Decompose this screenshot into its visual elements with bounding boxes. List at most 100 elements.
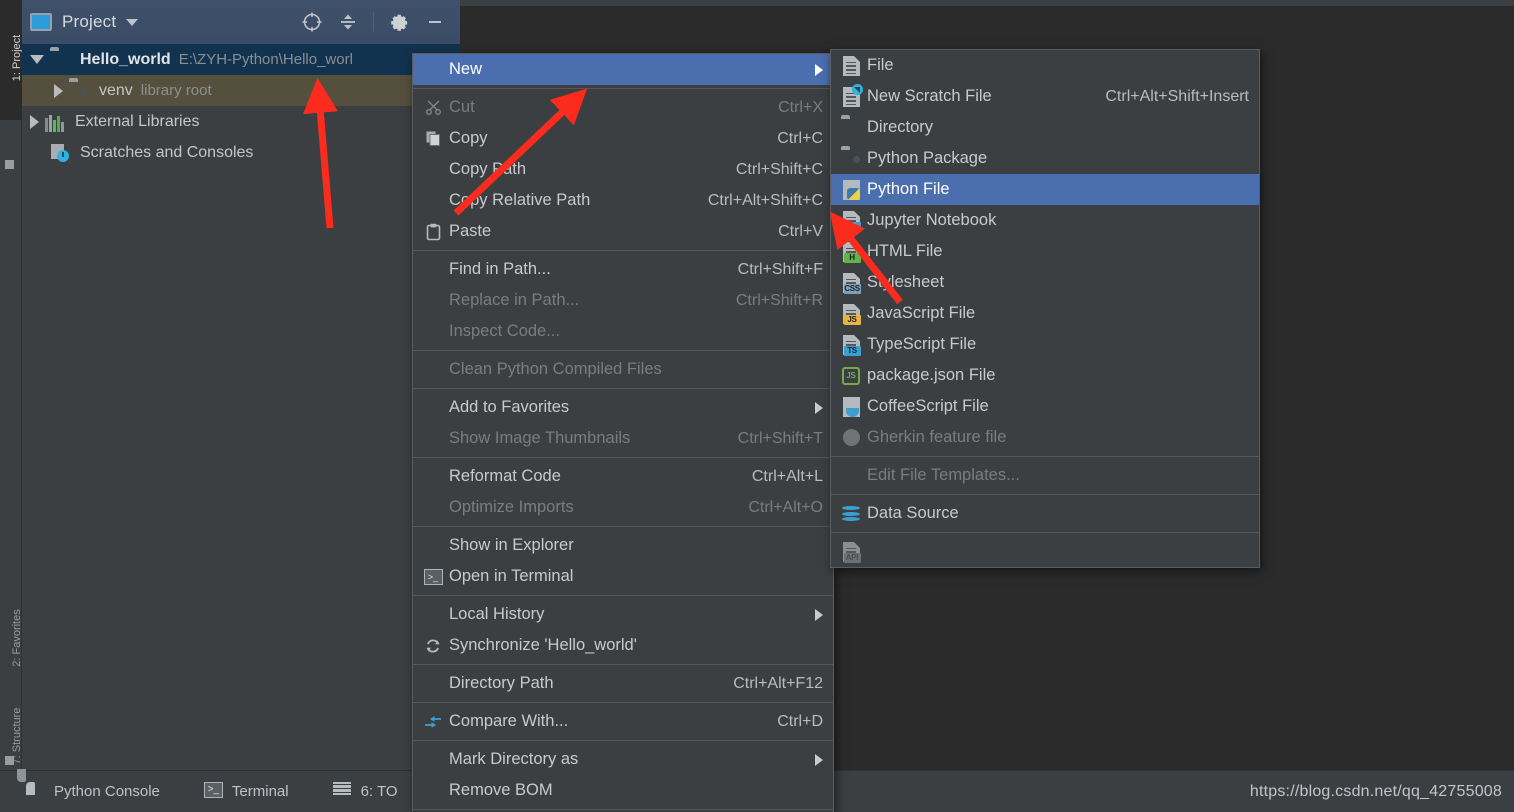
statusbar-terminal[interactable]: >_ Terminal xyxy=(203,781,289,802)
submenu-item-typescript-file[interactable]: TS TypeScript File xyxy=(831,329,1259,360)
submenu-item-coffeescript-file[interactable]: CoffeeScript File xyxy=(831,391,1259,422)
submenu-arrow-icon xyxy=(815,401,823,414)
submenu-item-gherkin-feature-file[interactable]: Gherkin feature file xyxy=(831,422,1259,453)
submenu-arrow-icon xyxy=(815,608,823,621)
submenu-separator xyxy=(831,532,1259,533)
menu-item-paste[interactable]: Paste Ctrl+V xyxy=(413,216,833,247)
minimize-icon[interactable] xyxy=(424,11,446,33)
menu-item-local-history[interactable]: Local History xyxy=(413,599,833,630)
copy-icon xyxy=(421,130,445,147)
submenu-item-html-file[interactable]: H HTML File xyxy=(831,236,1259,267)
menu-item-directory-path[interactable]: Directory Path Ctrl+Alt+F12 xyxy=(413,668,833,699)
submenu-item-label: Edit File Templates... xyxy=(867,466,1020,484)
menu-item-copy[interactable]: Copy Ctrl+C xyxy=(413,123,833,154)
menu-item-inspect-code[interactable]: Inspect Code... xyxy=(413,316,833,347)
collapse-arrow-icon[interactable] xyxy=(30,114,39,129)
submenu-item-label: CoffeeScript File xyxy=(867,397,989,415)
menu-item-label: Optimize Imports xyxy=(449,498,574,516)
menu-separator xyxy=(413,740,833,741)
menu-item-shortcut: Ctrl+Alt+L xyxy=(751,467,823,485)
terminal-icon: >_ xyxy=(203,781,224,802)
menu-item-label: Mark Directory as xyxy=(449,750,579,768)
menu-item-label: Clean Python Compiled Files xyxy=(449,360,662,378)
menu-item-shortcut: Ctrl+Alt+Shift+C xyxy=(707,191,823,209)
menu-item-label: Replace in Path... xyxy=(449,291,580,309)
submenu-arrow-icon xyxy=(815,753,823,766)
gear-icon[interactable] xyxy=(388,11,410,33)
tree-item-venv[interactable]: venv library root xyxy=(22,75,460,106)
menu-item-label: Reformat Code xyxy=(449,467,561,485)
menu-item-copy-path[interactable]: Copy Path Ctrl+Shift+C xyxy=(413,154,833,185)
menu-item-cut[interactable]: Cut Ctrl+X xyxy=(413,92,833,123)
statusbar-python-console[interactable]: Python Console xyxy=(17,768,160,802)
tree-item-hello-world[interactable]: Hello_world E:\ZYH-Python\Hello_worl xyxy=(22,44,460,75)
chevron-down-icon[interactable] xyxy=(126,18,139,26)
menu-item-open-in-terminal[interactable]: >_ Open in Terminal xyxy=(413,561,833,592)
ts-file-icon: TS xyxy=(839,334,863,356)
menu-item-mark-directory-as[interactable]: Mark Directory as xyxy=(413,744,833,775)
todo-icon xyxy=(332,781,353,802)
menu-item-label: Remove BOM xyxy=(449,781,553,799)
menu-item-show-image-thumbnails[interactable]: Show Image Thumbnails Ctrl+Shift+T xyxy=(413,423,833,454)
scissors-icon xyxy=(421,99,445,116)
statusbar-todo[interactable]: 6: TO xyxy=(332,781,398,802)
submenu-item-directory[interactable]: Directory xyxy=(831,112,1259,143)
submenu-item-data-source[interactable]: Data Source xyxy=(831,498,1259,529)
menu-item-label: Inspect Code... xyxy=(449,322,560,340)
menu-item-replace-in-path[interactable]: Replace in Path... Ctrl+Shift+R xyxy=(413,285,833,316)
expand-arrow-icon[interactable] xyxy=(30,55,44,64)
project-strip-tab[interactable]: 1: Project xyxy=(0,0,23,120)
menu-separator xyxy=(413,388,833,389)
submenu-item-python-package[interactable]: Python Package xyxy=(831,143,1259,174)
collapse-all-icon[interactable] xyxy=(337,11,359,33)
menu-item-clean-python-compiled-files[interactable]: Clean Python Compiled Files xyxy=(413,354,833,385)
folder-icon xyxy=(50,50,72,70)
menu-item-shortcut: Ctrl+Shift+F xyxy=(737,260,823,278)
menu-separator xyxy=(413,457,833,458)
submenu-item-new-scratch-file[interactable]: New Scratch File Ctrl+Alt+Shift+Insert xyxy=(831,81,1259,112)
menu-item-optimize-imports[interactable]: Optimize Imports Ctrl+Alt+O xyxy=(413,492,833,523)
submenu-item-python-file[interactable]: Python File xyxy=(831,174,1259,205)
file-icon xyxy=(839,55,863,76)
submenu-item-stylesheet[interactable]: CSS Stylesheet xyxy=(831,267,1259,298)
menu-item-copy-relative-path[interactable]: Copy Relative Path Ctrl+Alt+Shift+C xyxy=(413,185,833,216)
menu-item-compare-with[interactable]: Compare With... Ctrl+D xyxy=(413,706,833,737)
menu-item-reformat-code[interactable]: Reformat Code Ctrl+Alt+L xyxy=(413,461,833,492)
clipboard-icon xyxy=(421,223,445,241)
menu-item-shortcut: Ctrl+Shift+R xyxy=(735,291,823,309)
libraries-icon xyxy=(45,112,67,132)
venv-folder-icon xyxy=(69,81,91,101)
menu-item-find-in-path[interactable]: Find in Path... Ctrl+Shift+F xyxy=(413,254,833,285)
project-panel-title: Project xyxy=(62,12,117,31)
tree-item-scratches-and-consoles[interactable]: Scratches and Consoles xyxy=(22,137,460,168)
collapse-arrow-icon[interactable] xyxy=(54,83,63,98)
menu-separator xyxy=(413,526,833,527)
menu-separator xyxy=(413,595,833,596)
menu-item-label: Cut xyxy=(449,98,475,116)
crosshair-target-icon[interactable] xyxy=(301,11,323,33)
scratch-file-icon xyxy=(839,83,863,107)
submenu-item-jupyter-notebook[interactable]: IP Jupyter Notebook xyxy=(831,205,1259,236)
submenu-item-label: package.json File xyxy=(867,366,996,384)
menu-item-label: Compare With... xyxy=(449,712,569,730)
menu-item-remove-bom[interactable]: Remove BOM xyxy=(413,775,833,806)
compare-icon xyxy=(421,714,445,730)
tree-item-label: External Libraries xyxy=(75,112,200,130)
css-file-icon: CSS xyxy=(839,272,863,294)
menu-item-show-in-explorer[interactable]: Show in Explorer xyxy=(413,530,833,561)
python-icon xyxy=(17,768,46,802)
submenu-item-label: File xyxy=(867,56,894,74)
menu-item-new[interactable]: New xyxy=(413,54,833,85)
left-tool-strip: 1: Project 2: Favorites 7: Structure xyxy=(0,0,23,812)
menu-item-synchronize[interactable]: Synchronize 'Hello_world' xyxy=(413,630,833,661)
python-package-icon xyxy=(839,149,863,169)
submenu-item-file[interactable]: File xyxy=(831,50,1259,81)
project-panel-header: Project xyxy=(22,0,460,44)
submenu-item-new-http-request[interactable]: API xyxy=(831,536,1259,567)
tree-item-external-libraries[interactable]: External Libraries xyxy=(22,106,460,137)
menu-item-label: Add to Favorites xyxy=(449,398,570,416)
submenu-item-javascript-file[interactable]: JS JavaScript File xyxy=(831,298,1259,329)
menu-item-add-to-favorites[interactable]: Add to Favorites xyxy=(413,392,833,423)
submenu-item-packagejson-file[interactable]: JS package.json File xyxy=(831,360,1259,391)
submenu-item-edit-file-templates[interactable]: Edit File Templates... xyxy=(831,460,1259,491)
